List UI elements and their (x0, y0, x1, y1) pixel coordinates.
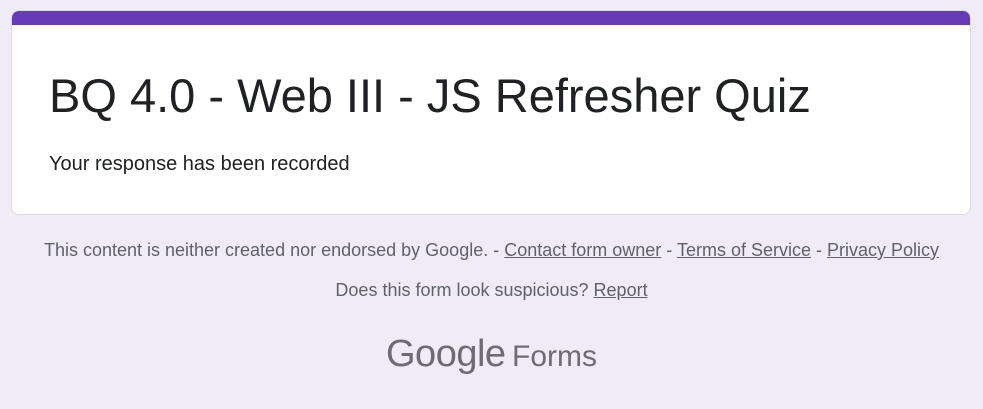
confirmation-message: Your response has been recorded (49, 153, 350, 175)
footer-report-line: Does this form look suspicious? Report (0, 279, 983, 301)
separator: - (661, 240, 677, 260)
google-wordmark: Google (386, 333, 506, 375)
footer-disclaimer-line: This content is neither created nor endo… (0, 239, 983, 261)
form-title: BQ 4.0 - Web III - JS Refresher Quiz (49, 69, 811, 122)
disclaimer-text: This content is neither created nor endo… (43, 240, 489, 260)
forms-wordmark: Forms (512, 340, 597, 373)
google-forms-logo[interactable]: Google Forms (0, 331, 983, 385)
separator: - (811, 240, 827, 260)
form-accent-bar (12, 11, 970, 25)
contact-form-owner-link[interactable]: Contact form owner (504, 240, 661, 260)
separator: - (488, 240, 505, 260)
terms-of-service-link[interactable]: Terms of Service (677, 240, 811, 260)
form-card: BQ 4.0 - Web III - JS Refresher Quiz You… (11, 10, 971, 215)
privacy-policy-link[interactable]: Privacy Policy (827, 240, 939, 260)
suspicious-question: Does this form look suspicious? (335, 280, 589, 300)
report-link[interactable]: Report (594, 280, 648, 300)
